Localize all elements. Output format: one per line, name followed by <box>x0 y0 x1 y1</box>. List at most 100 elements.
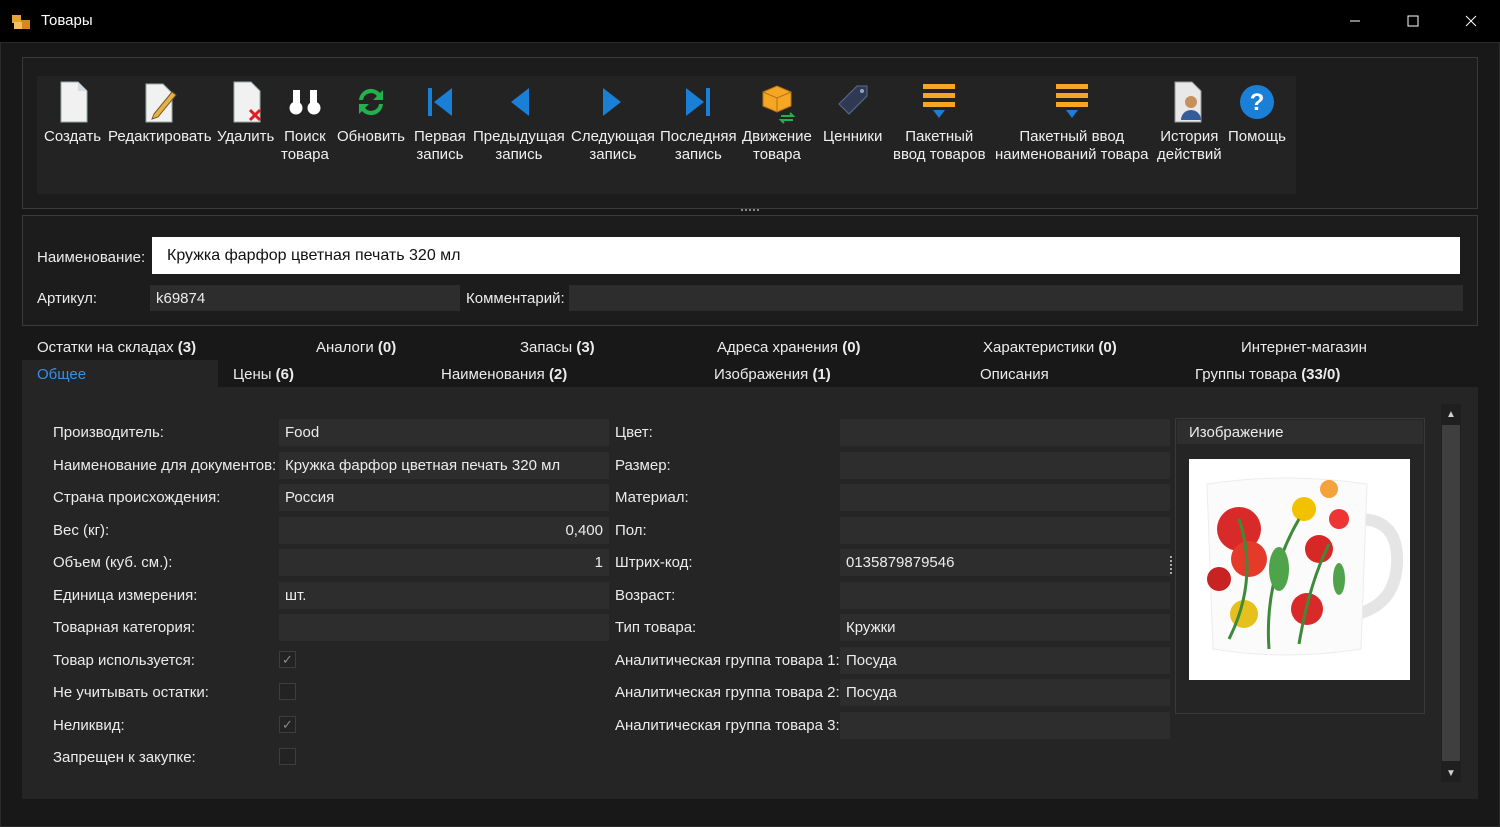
last-record-button[interactable]: Последняя запись <box>660 80 737 164</box>
delete-button[interactable]: Удалить <box>217 80 274 146</box>
size-label: Размер: <box>615 457 671 474</box>
ignore-stock-checkbox[interactable] <box>279 683 296 700</box>
close-button[interactable] <box>1442 0 1500 42</box>
tab-prices[interactable]: Цены (6) <box>233 366 294 383</box>
gender-input[interactable] <box>840 517 1170 544</box>
refresh-button[interactable]: Обновить <box>337 80 405 146</box>
color-label: Цвет: <box>615 424 653 441</box>
first-record-button[interactable]: Первая запись <box>414 80 466 164</box>
doc-name-input[interactable]: Кружка фарфор цветная печать 320 мл <box>279 452 609 479</box>
previous-record-button[interactable]: Предыдущая запись <box>473 80 565 164</box>
illiquid-label: Неликвид: <box>53 717 125 734</box>
tab-storage-addresses[interactable]: Адреса хранения (0) <box>717 339 861 356</box>
age-input[interactable] <box>840 582 1170 609</box>
search-product-button[interactable]: Поиск товара <box>281 80 329 164</box>
tab-product-groups[interactable]: Группы товара (33/0) <box>1195 366 1340 383</box>
history-label-1: История <box>1160 128 1219 145</box>
batchnames-label-1: Пакетный ввод <box>1019 128 1125 145</box>
minimize-button[interactable] <box>1326 0 1384 42</box>
unit-input[interactable]: шт. <box>279 582 609 609</box>
maximize-icon <box>1407 15 1419 27</box>
batch-names-button[interactable]: Пакетный ввод наименований товара <box>995 80 1149 164</box>
tab-online-store-label: Интернет-магазин <box>1241 339 1367 356</box>
tab-images-label: Изображения <box>714 366 813 383</box>
tab-stock[interactable]: Остатки на складах (3) <box>37 339 196 356</box>
country-label: Страна происхождения: <box>53 489 221 506</box>
next-label-1: Следующая <box>571 128 655 145</box>
size-input[interactable] <box>840 452 1170 479</box>
category-input[interactable] <box>279 614 609 641</box>
help-icon: ? <box>1239 85 1274 119</box>
tab-prices-count: (6) <box>275 366 295 383</box>
manufacturer-input[interactable]: Food <box>279 419 609 446</box>
batch-entry-button[interactable]: Пакетный ввод товаров <box>893 80 986 164</box>
scrollbar-thumb[interactable] <box>1442 425 1460 761</box>
analytic-group-3-input[interactable] <box>840 712 1170 739</box>
create-button[interactable]: Создать <box>44 80 101 146</box>
comment-input[interactable] <box>569 285 1463 311</box>
next-record-button[interactable]: Следующая запись <box>571 80 655 164</box>
analytic-group-2-input[interactable]: Посуда <box>840 679 1170 706</box>
tab-characteristics[interactable]: Характеристики (0) <box>983 339 1117 356</box>
mug-picture <box>1189 459 1410 680</box>
scroll-up-button[interactable]: ▲ <box>1441 404 1461 424</box>
tab-descriptions-label: Описания <box>980 366 1049 383</box>
name-input[interactable]: Кружка фарфор цветная печать 320 мл <box>152 237 1460 274</box>
svg-text:?: ? <box>1250 89 1265 116</box>
batch-names-icon <box>1055 84 1088 118</box>
tab-analogs[interactable]: Аналоги (0) <box>316 339 396 356</box>
tab-descriptions[interactable]: Описания <box>980 366 1049 383</box>
column-resize-grip[interactable] <box>1170 556 1174 574</box>
illiquid-checkbox[interactable]: ✓ <box>279 716 296 733</box>
prices-label: Ценники <box>823 128 883 145</box>
previous-arrow-icon <box>510 88 529 116</box>
action-history-button[interactable]: История действий <box>1157 80 1222 164</box>
in-use-label: Товар используется: <box>53 652 195 669</box>
last-label-1: Последняя <box>660 128 737 145</box>
tab-prices-label: Цены <box>233 366 276 383</box>
product-image[interactable] <box>1189 459 1410 680</box>
refresh-label: Обновить <box>337 128 405 145</box>
delete-label: Удалить <box>217 128 275 145</box>
tab-names[interactable]: Наименования (2) <box>441 366 567 383</box>
close-icon <box>1465 15 1477 27</box>
last-record-icon <box>686 88 711 116</box>
product-type-label: Тип товара: <box>615 619 697 636</box>
weight-input[interactable]: 0,400 <box>279 517 609 544</box>
comment-label: Комментарий: <box>466 290 565 307</box>
tab-storage-count: (0) <box>842 339 861 356</box>
tab-images-count: (1) <box>812 366 831 383</box>
tab-stock-label: Остатки на складах <box>37 339 178 356</box>
scroll-down-button[interactable]: ▼ <box>1441 763 1461 783</box>
country-input[interactable]: Россия <box>279 484 609 511</box>
splitter-grip[interactable] <box>741 209 759 214</box>
tab-online-store[interactable]: Интернет-магазин <box>1241 339 1367 356</box>
volume-label: Объем (куб. см.): <box>53 554 173 571</box>
unit-label: Единица измерения: <box>53 587 198 604</box>
material-input[interactable] <box>840 484 1170 511</box>
price-tags-button[interactable]: Ценники <box>823 80 882 146</box>
tab-images[interactable]: Изображения (1) <box>714 366 831 383</box>
product-movement-button[interactable]: Движение товара <box>742 80 812 164</box>
edit-label: Редактировать <box>108 128 212 145</box>
tab-general[interactable]: Общее <box>37 366 86 383</box>
barcode-input[interactable]: 0135879879546 <box>840 549 1170 576</box>
help-button[interactable]: ? Помощь <box>1228 80 1286 146</box>
volume-input[interactable]: 1 <box>279 549 609 576</box>
maximize-button[interactable] <box>1384 0 1442 42</box>
help-label: Помощь <box>1228 128 1286 145</box>
product-type-input[interactable]: Кружки <box>840 614 1170 641</box>
tab-characteristics-count: (0) <box>1098 339 1117 356</box>
tab-reserves[interactable]: Запасы (3) <box>520 339 595 356</box>
purchase-banned-label: Запрещен к закупке: <box>53 749 196 766</box>
edit-button[interactable]: Редактировать <box>108 80 212 146</box>
purchase-banned-checkbox[interactable] <box>279 748 296 765</box>
tab-groups-label: Группы товара <box>1195 366 1302 383</box>
box-movement-icon <box>762 85 796 124</box>
first-label-2: запись <box>416 146 464 163</box>
article-input[interactable]: k69874 <box>150 285 460 311</box>
tab-reserves-count: (3) <box>576 339 595 356</box>
analytic-group-1-input[interactable]: Посуда <box>840 647 1170 674</box>
in-use-checkbox[interactable]: ✓ <box>279 651 296 668</box>
color-input[interactable] <box>840 419 1170 446</box>
